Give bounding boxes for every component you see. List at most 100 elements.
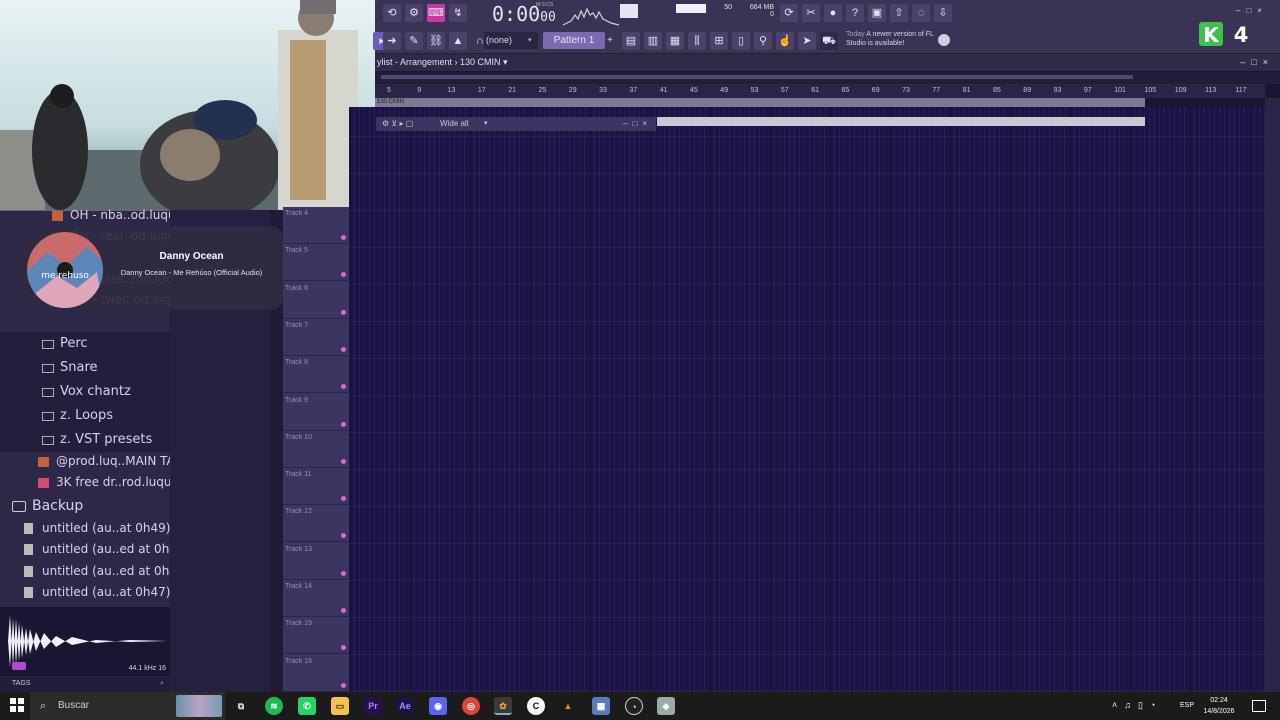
track-header[interactable]: Track 10: [283, 431, 349, 468]
playlist-header[interactable]: ylist - Arrangement › 130 CMIN ▾ –□×: [375, 54, 1280, 71]
browser-icon[interactable]: ▯: [732, 32, 750, 50]
channel-rack-icon[interactable]: ▦: [666, 32, 684, 50]
track-mute-icon[interactable]: [341, 458, 346, 464]
stamp-tool-icon[interactable]: ▲: [449, 32, 467, 50]
pattern-selector[interactable]: Pattern 1: [543, 32, 605, 49]
preset-select[interactable]: (none): [484, 32, 528, 49]
task-view-icon[interactable]: ⧉: [232, 697, 250, 715]
sample-preview[interactable]: 44.1 kHz 16: [0, 607, 170, 676]
chat-icon[interactable]: ◌: [912, 4, 930, 22]
track-header[interactable]: Track 6: [283, 282, 349, 319]
piano-roll-icon[interactable]: ▥: [644, 32, 662, 50]
track-mute-icon[interactable]: [341, 570, 346, 576]
browser-folder[interactable]: z. VST presets: [0, 428, 170, 452]
browser-folder[interactable]: z. Loops: [0, 404, 170, 428]
search-icon[interactable]: ⌕: [160, 676, 164, 692]
browser-folder[interactable]: Perc: [0, 332, 170, 356]
tags-bar[interactable]: TAGS ⌕: [0, 676, 170, 692]
browser-item[interactable]: 3K free dr..rod.luqui: [0, 472, 170, 493]
add-pattern-icon[interactable]: +: [607, 32, 617, 49]
track-header[interactable]: Track 14: [283, 580, 349, 617]
arrow-tool-icon[interactable]: ➜: [383, 32, 401, 50]
link-tool-icon[interactable]: ⛓: [427, 32, 445, 50]
track-mute-icon[interactable]: [341, 346, 346, 352]
track-mute-icon[interactable]: [341, 608, 346, 613]
backup-file[interactable]: untitled (au..at 0h49)_2: [0, 518, 170, 539]
export-icon[interactable]: ⇧: [890, 4, 908, 22]
chrome-icon[interactable]: ◎: [462, 697, 480, 715]
playlist-vertical-scrollbar[interactable]: [1265, 98, 1280, 692]
track-mute-icon[interactable]: [341, 645, 346, 651]
discord-icon[interactable]: ◉: [429, 697, 447, 715]
system-tray-icons[interactable]: ˄♫▯◔: [1112, 700, 1162, 711]
track-mute-icon[interactable]: [341, 384, 346, 390]
sub-window-header[interactable]: ⚙ ⊻ ▸ ▢ Wide alt ▾ –□×: [376, 117, 656, 131]
audio-clip-strip[interactable]: [657, 117, 1145, 126]
track-mute-icon[interactable]: [341, 421, 346, 427]
backup-file[interactable]: untitled (au..at 0h47)_3: [0, 582, 170, 603]
undo-icon[interactable]: ⟳: [780, 4, 798, 22]
video-icon[interactable]: ➤: [798, 32, 816, 50]
sub-window-dropdown-icon[interactable]: ▾: [484, 117, 488, 131]
download-icon[interactable]: ⇩: [934, 4, 952, 22]
capcut-icon[interactable]: C: [527, 697, 545, 715]
playlist-window-controls[interactable]: –□×: [1240, 54, 1274, 71]
browser-item[interactable]: @prod.luq..MAIN TAG: [0, 451, 170, 472]
time-marker-bar[interactable]: 130 CMIN: [375, 98, 1145, 107]
channel-routing-icon[interactable]: ⊞: [710, 32, 728, 50]
fl-studio-icon[interactable]: ✿: [494, 697, 512, 715]
playlist-scrollbar[interactable]: [375, 72, 1280, 84]
track-mute-icon[interactable]: [341, 272, 346, 278]
window-controls[interactable]: –□×: [1236, 6, 1280, 15]
track-header[interactable]: Track 9: [283, 394, 349, 431]
taskbar-clock[interactable]: 02:24 14/8/2026: [1199, 695, 1239, 717]
whatsapp-icon[interactable]: ✆: [298, 697, 316, 715]
backup-file[interactable]: untitled (au..ed at 0h48): [0, 561, 170, 582]
help-icon[interactable]: ?: [846, 4, 864, 22]
globe-icon[interactable]: [938, 34, 950, 46]
track-header[interactable]: Track 5: [283, 244, 349, 282]
timeline-ruler[interactable]: 5 9 13 17 21 25 29 33 37 41 45 49 53 57 61 65 69 73 77 81 85…: [375, 84, 1265, 98]
spotify-icon[interactable]: ≋: [265, 697, 283, 715]
track-header[interactable]: Track 12: [283, 505, 349, 543]
mixer-icon[interactable]: ⫼: [688, 32, 706, 50]
file-explorer-icon[interactable]: ▭: [331, 697, 349, 715]
track-mute-icon[interactable]: [341, 496, 346, 502]
track-mute-icon[interactable]: [341, 533, 346, 539]
obs-icon[interactable]: ◔: [625, 697, 643, 715]
track-header[interactable]: Track 13: [283, 543, 349, 580]
loop-record-icon[interactable]: ⟲: [383, 4, 401, 22]
track-header[interactable]: Track 16: [283, 655, 349, 692]
plugin-picker-icon[interactable]: ⚲: [754, 32, 772, 50]
language-indicator[interactable]: ESP: [1180, 692, 1194, 720]
sub-window-controls[interactable]: –□×: [623, 117, 652, 131]
track-header[interactable]: Track 15: [283, 617, 349, 655]
wait-input-icon[interactable]: ↯: [449, 4, 467, 22]
track-header[interactable]: Track 4: [283, 207, 349, 244]
master-volume-slider[interactable]: [620, 4, 638, 18]
touch-controller-icon[interactable]: ☝: [776, 32, 794, 50]
pencil-tool-icon[interactable]: ✎: [405, 32, 423, 50]
mic-icon[interactable]: ●: [824, 4, 842, 22]
track-mute-icon[interactable]: [341, 682, 346, 688]
track-mute-icon[interactable]: [341, 309, 346, 315]
track-header[interactable]: Track 7: [283, 319, 349, 356]
start-icon[interactable]: [10, 698, 24, 712]
premiere-icon[interactable]: Pr: [364, 697, 382, 715]
playlist-grid[interactable]: [349, 107, 1265, 692]
save-icon[interactable]: ▣: [868, 4, 886, 22]
browser-folder[interactable]: Vox chantz: [0, 380, 170, 404]
step-edit-icon[interactable]: ⚙: [405, 4, 423, 22]
cut-icon[interactable]: ✂: [802, 4, 820, 22]
app-icon[interactable]: ◈: [657, 697, 675, 715]
track-header[interactable]: Track 8: [283, 356, 349, 394]
typing-keyboard-icon[interactable]: ⌨: [427, 4, 445, 22]
notifications-icon[interactable]: [1252, 700, 1266, 712]
track-mute-icon[interactable]: [341, 235, 346, 240]
browser-item[interactable]: OH - nba..od.luqui: [0, 205, 170, 226]
browser-folder[interactable]: Snare: [0, 356, 170, 380]
after-effects-icon[interactable]: Ae: [396, 697, 414, 715]
vlc-icon[interactable]: ▲: [559, 697, 577, 715]
browser-folder-backup[interactable]: Backup: [0, 495, 170, 517]
backup-file[interactable]: untitled (au..ed at 0h49): [0, 539, 170, 560]
